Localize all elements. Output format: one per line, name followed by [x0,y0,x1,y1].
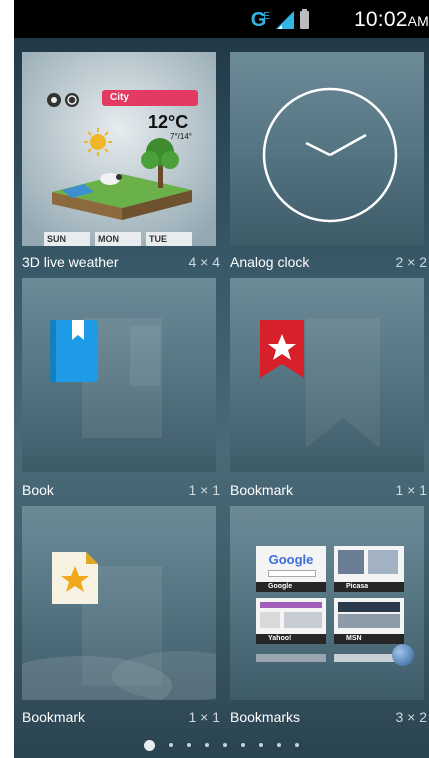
search-box-preview [268,570,316,577]
weather-range: 7°/14° [170,132,192,141]
widget-size: 4 × 4 [188,254,220,270]
bookmark-shortcut-icon [22,552,216,700]
widget-label-row: Book 1 × 1 [22,477,222,503]
weather-city-badge: City [102,90,198,106]
page-dot[interactable] [241,743,245,747]
widget-bookmarks[interactable]: Google Google Picasa Yahoo! MSN [230,506,424,700]
analog-clock-icon [262,87,398,223]
weather-preview-image [22,52,216,246]
page-dot[interactable] [223,743,227,747]
widget-bookmark[interactable] [230,278,424,472]
weather-day: SUN [44,232,90,246]
page-dot[interactable] [295,743,299,747]
widget-bookmark-shortcut[interactable] [22,506,216,700]
bookmark-caption: Google [256,582,326,592]
network-type-label: GE [250,9,270,31]
google-logo: Google [268,552,314,567]
widget-name: Bookmark [230,482,294,498]
widget-book[interactable] [22,278,216,472]
weather-day: MON [95,232,141,246]
status-clock: 10:02AM [354,8,429,31]
widget-name: Analog clock [230,254,310,270]
bookmark-thumb-partial [256,654,326,662]
widget-label-row: Bookmarks 3 × 2 [230,704,429,730]
page-dot[interactable] [169,743,173,747]
bookmark-caption: MSN [334,634,404,644]
widget-analog-clock[interactable] [230,52,424,246]
bookmark-caption: Yahoo! [256,634,326,644]
weather-day: TUE [146,232,192,246]
widget-3d-live-weather[interactable]: City 12°C 7°/14° SUN MON TUE [22,52,216,246]
battery-icon [300,9,309,29]
bookmark-caption: Picasa [334,582,404,592]
widget-size: 2 × 2 [395,254,427,270]
widget-name: 3D live weather [22,254,119,270]
bookmark-thumb-yahoo: Yahoo! [256,598,326,644]
page-dot[interactable] [259,743,263,747]
page-indicator [14,738,429,752]
page-dot[interactable] [277,743,281,747]
screen: GE 10:02AM City 12°C 7°/14° SUN MON TUE … [14,0,429,758]
widget-name: Bookmark [22,709,86,725]
weather-temperature: 12°C [148,112,189,132]
widget-label-row: Bookmark 1 × 1 [22,704,222,730]
widget-size: 1 × 1 [188,709,220,725]
page-dot[interactable] [205,743,209,747]
widget-label-row: 3D live weather 4 × 4 [22,249,222,275]
weather-day-tabs: SUN MON TUE [44,232,192,246]
bookmark-thumb-google: Google Google [256,546,326,592]
book-icon [50,318,162,438]
signal-icon [276,11,294,29]
bookmark-thumb-picasa: Picasa [334,546,404,592]
widget-label-row: Analog clock 2 × 2 [230,249,429,275]
widget-name: Bookmarks [230,709,301,725]
widget-size: 3 × 2 [395,709,427,725]
bookmark-thumb-msn: MSN [334,598,404,644]
page-dot-active[interactable] [144,739,155,751]
bookmark-icon [260,318,380,448]
globe-icon [392,644,414,666]
widget-size: 1 × 1 [188,482,220,498]
widget-label-row: Bookmark 1 × 1 [230,477,429,503]
page-dot[interactable] [187,743,191,747]
widget-size: 1 × 1 [395,482,427,498]
status-icons: GE [251,9,309,31]
widget-name: Book [22,482,54,498]
status-bar: GE 10:02AM [14,0,429,38]
